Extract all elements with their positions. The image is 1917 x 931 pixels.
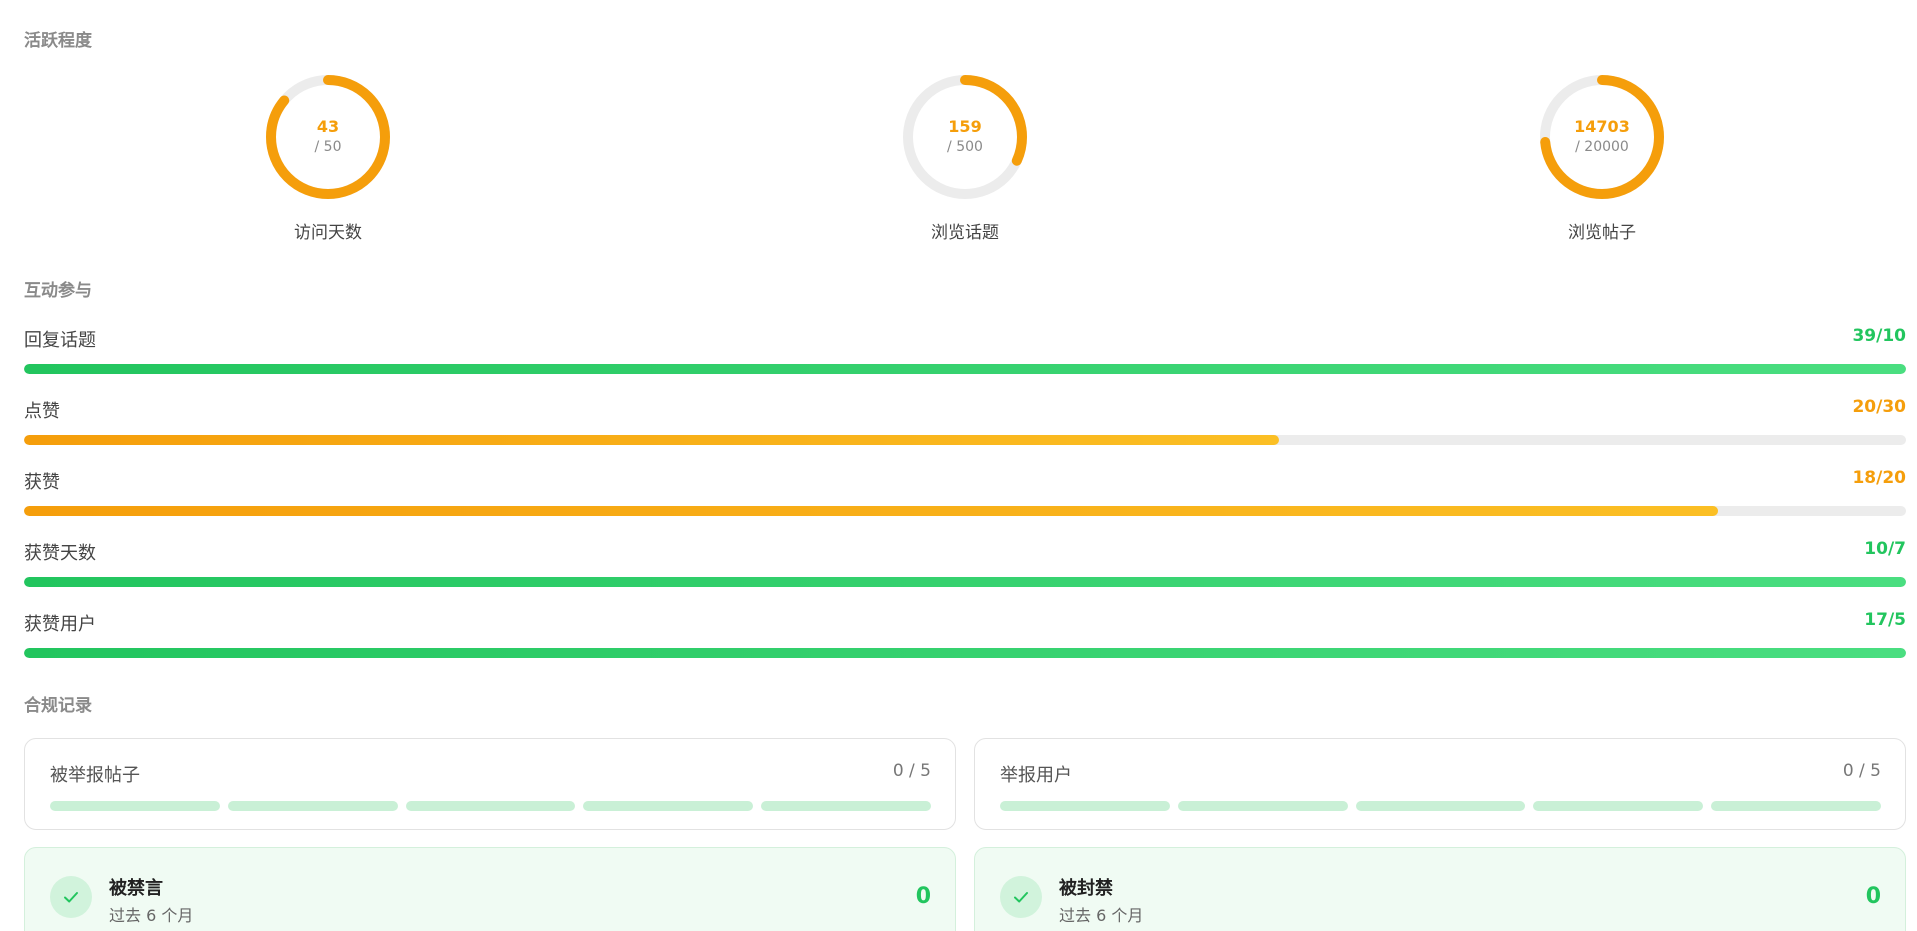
progress-count: 18/20 [1852, 468, 1906, 488]
meter-segment [761, 801, 931, 811]
progress-count: 17/5 [1864, 610, 1906, 630]
meter-segment [50, 801, 220, 811]
section-title-interaction: 互动参与 [24, 281, 92, 301]
check-icon [1000, 876, 1042, 918]
progress-count: 10/7 [1864, 539, 1906, 559]
ring-value: 14703 [1574, 117, 1630, 136]
status-value: 0 [915, 884, 931, 909]
card-count: 0 / 5 [1842, 761, 1881, 781]
status-title: 被封禁 [1059, 878, 1113, 899]
ring-label: 浏览帖子 [1568, 223, 1636, 243]
progress-row-likes-given: 点赞 20/30 [24, 397, 1906, 447]
progress-fill [24, 648, 1906, 658]
ring-label: 访问天数 [294, 223, 362, 243]
progress-track [24, 435, 1906, 445]
ring-center: 159 / 500 [902, 74, 1028, 200]
ring-center: 43 / 50 [265, 74, 391, 200]
progress-track [24, 577, 1906, 587]
progress-fill [24, 506, 1718, 516]
progress-track [24, 506, 1906, 516]
progress-fill [24, 435, 1280, 445]
status-title: 被禁言 [109, 878, 163, 899]
progress-track [24, 364, 1906, 374]
ring-visit-days: 43 / 50 访问天数 [228, 72, 428, 252]
ring-target: / 50 [314, 139, 342, 155]
progress-count: 39/10 [1852, 326, 1906, 346]
status-subtitle: 过去 6 个月 [1059, 906, 1144, 925]
ring-center: 14703 / 20000 [1539, 74, 1665, 200]
progress-label: 回复话题 [24, 330, 96, 351]
progress-row-liked-days: 获赞天数 10/7 [24, 539, 1906, 589]
ring-target: / 500 [947, 139, 983, 155]
progress-row-likes-received: 获赞 18/20 [24, 468, 1906, 518]
progress-label: 获赞用户 [24, 614, 96, 635]
card-reported-users: 举报用户 0 / 5 [974, 738, 1906, 830]
progress-label: 获赞天数 [24, 543, 96, 564]
status-card-banned: 被封禁 过去 6 个月 0 [974, 847, 1906, 931]
ring-browse-topics: 159 / 500 浏览话题 [865, 72, 1065, 252]
meter-segment [227, 801, 398, 811]
ring-value: 159 [948, 117, 982, 136]
meter-segment [405, 801, 576, 811]
card-count: 0 / 5 [892, 761, 931, 781]
progress-label: 获赞 [24, 472, 60, 493]
progress-fill [24, 364, 1906, 374]
meter-segment [583, 801, 754, 811]
section-title-activity: 活跃程度 [24, 31, 92, 51]
ring-target: / 20000 [1575, 139, 1629, 155]
progress-row-liked-users: 获赞用户 17/5 [24, 610, 1906, 660]
meter-segment [1355, 801, 1526, 811]
meter-segment [1000, 801, 1170, 811]
card-title: 被举报帖子 [50, 765, 140, 786]
status-value: 0 [1865, 884, 1881, 909]
progress-count: 20/30 [1852, 397, 1906, 417]
progress-row-reply-topics: 回复话题 39/10 [24, 326, 1906, 376]
meter-segment [1711, 801, 1881, 811]
card-reported-posts: 被举报帖子 0 / 5 [24, 738, 956, 830]
progress-track [24, 648, 1906, 658]
progress-fill [24, 577, 1906, 587]
progress-label: 点赞 [24, 401, 60, 422]
meter-segment [1177, 801, 1348, 811]
ring-value: 43 [316, 117, 340, 136]
ring-label: 浏览话题 [931, 223, 999, 243]
status-card-muted: 被禁言 过去 6 个月 0 [24, 847, 956, 931]
segment-meter [50, 801, 931, 811]
status-subtitle: 过去 6 个月 [109, 906, 194, 925]
card-title: 举报用户 [1000, 765, 1072, 786]
check-icon [50, 876, 92, 918]
meter-segment [1533, 801, 1704, 811]
section-title-compliance: 合规记录 [24, 696, 92, 716]
segment-meter [1000, 801, 1881, 811]
ring-browse-posts: 14703 / 20000 浏览帖子 [1502, 72, 1702, 252]
